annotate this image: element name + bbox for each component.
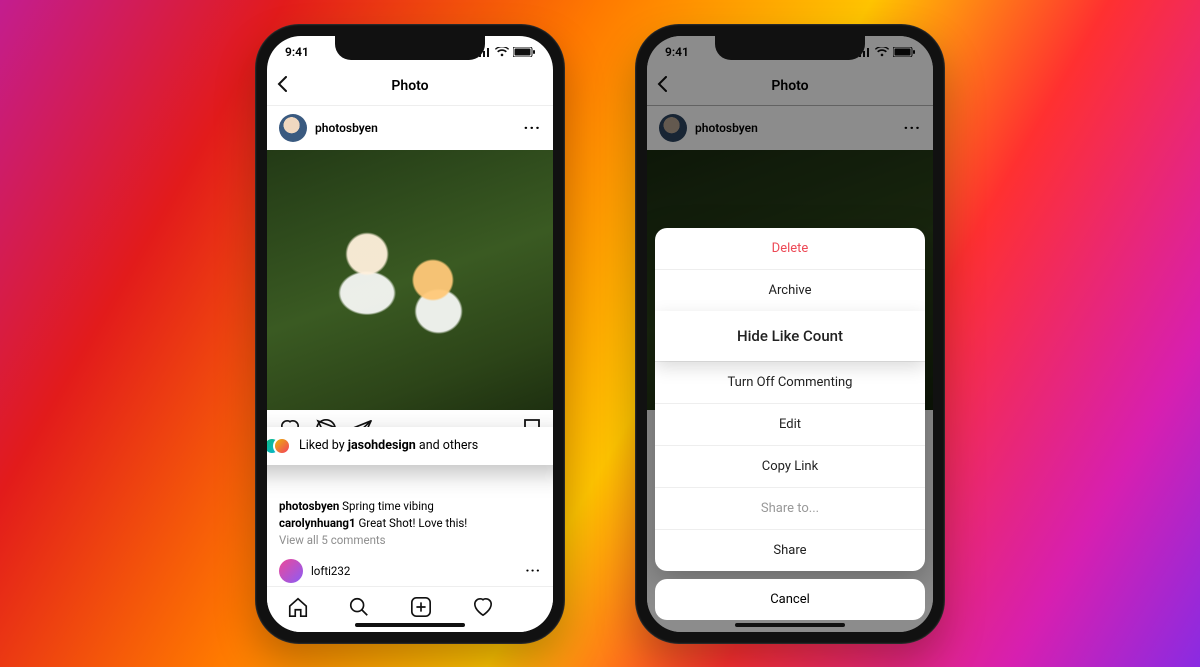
caption-area: photosbyen Spring time vibing carolynhua…: [267, 494, 553, 556]
action-sheet: Delete Archive Hide Like Count Turn Off …: [655, 228, 925, 571]
chevron-left-icon: [277, 76, 287, 92]
nav-search[interactable]: [348, 596, 370, 622]
sheet-item-share[interactable]: Share: [655, 529, 925, 571]
post-photo[interactable]: [267, 150, 553, 410]
likes-callout: Liked by jasohdesign and others: [267, 427, 553, 465]
action-sheet-container: Delete Archive Hide Like Count Turn Off …: [655, 228, 925, 620]
sheet-item-archive[interactable]: Archive: [655, 269, 925, 311]
likes-text[interactable]: Liked by jasohdesign and others: [299, 438, 478, 453]
battery-icon: [513, 47, 535, 57]
notch: [715, 36, 865, 60]
nav-home[interactable]: [287, 596, 309, 622]
back-button[interactable]: [277, 76, 287, 96]
search-icon: [348, 596, 370, 618]
home-icon: [287, 596, 309, 618]
phone-right: 9:41 Photo photosbyen ···: [635, 24, 945, 644]
post-header: photosbyen ···: [267, 106, 553, 150]
status-time: 9:41: [285, 45, 309, 59]
composer-avatar: [279, 559, 303, 583]
gradient-stage: 9:41 Photo photosbyen ···: [0, 0, 1200, 667]
post-more-button[interactable]: ···: [524, 118, 541, 137]
liker-avatars: [267, 437, 291, 455]
nav-title: Photo: [391, 78, 428, 94]
caption-line: photosbyen Spring time vibing: [279, 498, 541, 515]
sheet-item-delete[interactable]: Delete: [655, 228, 925, 269]
sheet-item-copy-link[interactable]: Copy Link: [655, 445, 925, 487]
composer-username[interactable]: lofti232: [311, 564, 517, 578]
heart-icon: [472, 597, 494, 617]
author-username[interactable]: photosbyen: [315, 121, 516, 135]
sheet-item-share-to[interactable]: Share to...: [655, 487, 925, 529]
screen-right: 9:41 Photo photosbyen ···: [647, 36, 933, 632]
liker-avatar: [273, 437, 291, 455]
comment-composer: lofti232 ···: [267, 555, 553, 587]
top-comment: carolynhuang1 Great Shot! Love this!: [279, 515, 541, 532]
plus-square-icon: [410, 596, 432, 618]
phone-left: 9:41 Photo photosbyen ···: [255, 24, 565, 644]
sheet-item-hide-like-count[interactable]: Hide Like Count: [655, 311, 925, 361]
screen-left: 9:41 Photo photosbyen ···: [267, 36, 553, 632]
sheet-item-edit[interactable]: Edit: [655, 403, 925, 445]
wifi-icon: [495, 47, 509, 57]
nav-new-post[interactable]: [410, 596, 432, 622]
composer-more[interactable]: ···: [525, 563, 541, 579]
sheet-cancel[interactable]: Cancel: [655, 579, 925, 620]
view-all-comments[interactable]: View all 5 comments: [279, 532, 541, 549]
nav-header: Photo: [267, 68, 553, 106]
nav-activity[interactable]: [472, 597, 494, 621]
author-avatar[interactable]: [279, 114, 307, 142]
home-indicator: [355, 623, 465, 627]
home-indicator: [735, 623, 845, 627]
notch: [335, 36, 485, 60]
sheet-item-turn-off-comment[interactable]: Turn Off Commenting: [655, 361, 925, 403]
